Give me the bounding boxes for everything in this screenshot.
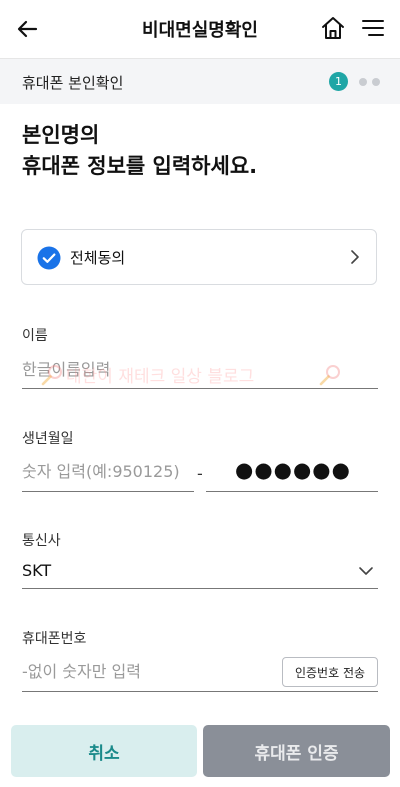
carrier-select[interactable]: SKT <box>22 555 378 589</box>
app-header: 비대면실명확인 <box>0 0 400 59</box>
watermark-text: 대한이 재테크 일상 블로그 <box>66 367 255 387</box>
step-dot-3 <box>372 77 380 86</box>
phone-verify-button[interactable]: 휴대폰 인증 <box>203 725 390 777</box>
racket-icon <box>318 364 342 388</box>
birth-separator: - <box>197 464 203 483</box>
step-indicator-bar: 휴대폰 본인확인 1 <box>0 59 400 104</box>
rrn-masked-field[interactable]: ●●●●●● <box>206 452 378 492</box>
agree-all-row[interactable]: 전체동의 <box>21 229 377 285</box>
carrier-value: SKT <box>22 561 52 580</box>
phone-label: 휴대폰번호 <box>22 631 87 647</box>
agree-all-label: 전체동의 <box>70 249 126 267</box>
birth-input[interactable] <box>22 458 194 492</box>
chevron-down-icon <box>358 563 374 579</box>
send-code-button[interactable]: 인증번호 전송 <box>282 657 378 687</box>
step-dot-2 <box>359 77 367 86</box>
step-label: 휴대폰 본인확인 <box>22 74 124 92</box>
check-circle-icon[interactable] <box>37 246 61 270</box>
name-label: 이름 <box>22 328 48 344</box>
cancel-button[interactable]: 취소 <box>11 725 197 777</box>
step-current-badge: 1 <box>329 72 348 91</box>
heading-line-1: 본인명의 <box>22 123 100 147</box>
birth-label: 생년월일 <box>22 431 74 447</box>
menu-icon[interactable] <box>359 14 387 42</box>
home-icon[interactable] <box>319 14 347 42</box>
section-heading: 본인명의 휴대폰 정보를 입력하세요. <box>22 120 257 182</box>
racket-icon <box>40 364 64 388</box>
heading-line-2: 휴대폰 정보를 입력하세요. <box>22 154 258 178</box>
step-dots: 1 <box>329 72 380 91</box>
carrier-label: 통신사 <box>22 533 61 549</box>
chevron-right-icon[interactable] <box>346 248 364 266</box>
masked-digits: ●●●●●● <box>235 458 351 482</box>
